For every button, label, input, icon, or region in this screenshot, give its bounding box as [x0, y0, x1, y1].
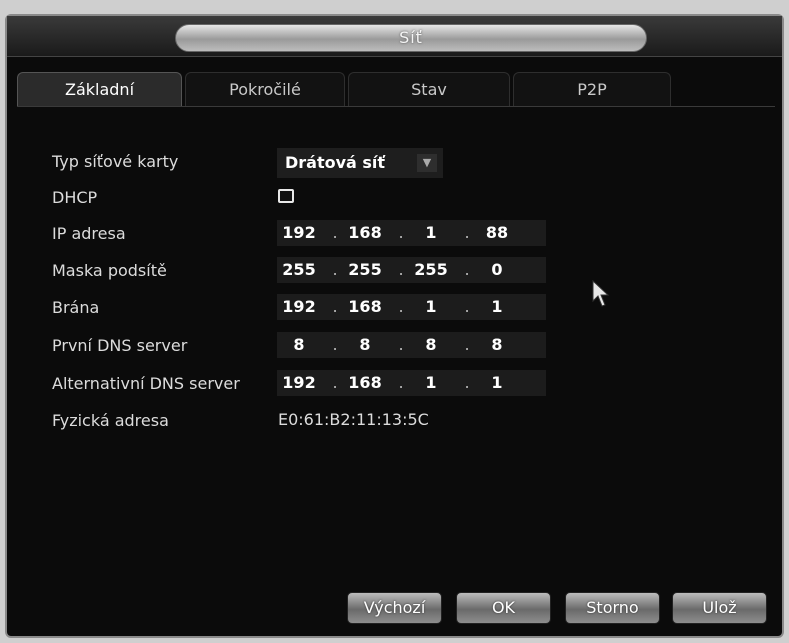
dns1-field[interactable]: 8 . 8 . 8 . 8: [277, 332, 546, 358]
subnet-mask-label: Maska podsítě: [52, 261, 167, 280]
octet-separator: .: [464, 260, 470, 279]
ip-octet-1[interactable]: 192: [279, 223, 319, 242]
octet-separator: .: [464, 373, 470, 392]
mask-octet-2[interactable]: 255: [345, 260, 385, 279]
dhcp-label: DHCP: [52, 188, 98, 207]
ok-button[interactable]: OK: [456, 592, 551, 624]
octet-separator: .: [398, 297, 404, 316]
dns2-octet-2[interactable]: 168: [345, 373, 385, 392]
dns1-octet-2[interactable]: 8: [345, 335, 385, 354]
tab-divider: [17, 106, 775, 107]
gateway-octet-2[interactable]: 168: [345, 297, 385, 316]
ip-octet-3[interactable]: 1: [411, 223, 451, 242]
tab-advanced[interactable]: Pokročilé: [185, 72, 345, 106]
dns1-label: První DNS server: [52, 336, 188, 355]
ip-octet-2[interactable]: 168: [345, 223, 385, 242]
nic-type-label: Typ síťové karty: [52, 152, 179, 171]
dns2-octet-4[interactable]: 1: [477, 373, 517, 392]
window-title: Síť: [175, 24, 647, 52]
title-bar: Síť: [7, 16, 782, 57]
dns1-octet-4[interactable]: 8: [477, 335, 517, 354]
octet-separator: .: [332, 373, 338, 392]
dns2-label: Alternativní DNS server: [52, 374, 240, 393]
octet-separator: .: [464, 335, 470, 354]
gateway-octet-4[interactable]: 1: [477, 297, 517, 316]
octet-separator: .: [398, 373, 404, 392]
octet-separator: .: [332, 335, 338, 354]
gateway-octet-3[interactable]: 1: [411, 297, 451, 316]
tab-p2p[interactable]: P2P: [513, 72, 671, 106]
save-button[interactable]: Ulož: [672, 592, 767, 624]
octet-separator: .: [464, 297, 470, 316]
tab-status[interactable]: Stav: [348, 72, 510, 106]
tab-bar: Základní Pokročilé Stav P2P: [17, 72, 777, 106]
nic-type-value: Drátová síť: [285, 153, 386, 172]
mouse-cursor-icon: [592, 280, 610, 307]
octet-separator: .: [398, 223, 404, 242]
octet-separator: .: [398, 335, 404, 354]
gateway-label: Brána: [52, 298, 100, 317]
gateway-field[interactable]: 192 . 168 . 1 . 1: [277, 294, 546, 320]
octet-separator: .: [332, 260, 338, 279]
octet-separator: .: [398, 260, 404, 279]
cancel-button[interactable]: Storno: [565, 592, 660, 624]
ip-octet-4[interactable]: 88: [477, 223, 517, 242]
dns2-octet-1[interactable]: 192: [279, 373, 319, 392]
ip-address-field[interactable]: 192 . 168 . 1 . 88: [277, 220, 546, 246]
dns1-octet-3[interactable]: 8: [411, 335, 451, 354]
gateway-octet-1[interactable]: 192: [279, 297, 319, 316]
mask-octet-4[interactable]: 0: [477, 260, 517, 279]
octet-separator: .: [464, 223, 470, 242]
subnet-mask-field[interactable]: 255 . 255 . 255 . 0: [277, 257, 546, 283]
tab-basic[interactable]: Základní: [17, 72, 182, 106]
mask-octet-3[interactable]: 255: [411, 260, 451, 279]
ip-address-label: IP adresa: [52, 224, 126, 243]
dns2-octet-3[interactable]: 1: [411, 373, 451, 392]
nic-type-select[interactable]: Drátová síť ▼: [277, 148, 443, 178]
dns2-field[interactable]: 192 . 168 . 1 . 1: [277, 370, 546, 396]
octet-separator: .: [332, 297, 338, 316]
default-button[interactable]: Výchozí: [347, 592, 442, 624]
chevron-down-icon[interactable]: ▼: [417, 154, 437, 172]
dhcp-checkbox[interactable]: [278, 189, 294, 203]
octet-separator: .: [332, 223, 338, 242]
dns1-octet-1[interactable]: 8: [279, 335, 319, 354]
network-settings-window: Síť Základní Pokročilé Stav P2P: [5, 14, 784, 638]
mask-octet-1[interactable]: 255: [279, 260, 319, 279]
mac-address-value: E0:61:B2:11:13:5C: [278, 410, 429, 429]
mac-address-label: Fyzická adresa: [52, 411, 169, 430]
